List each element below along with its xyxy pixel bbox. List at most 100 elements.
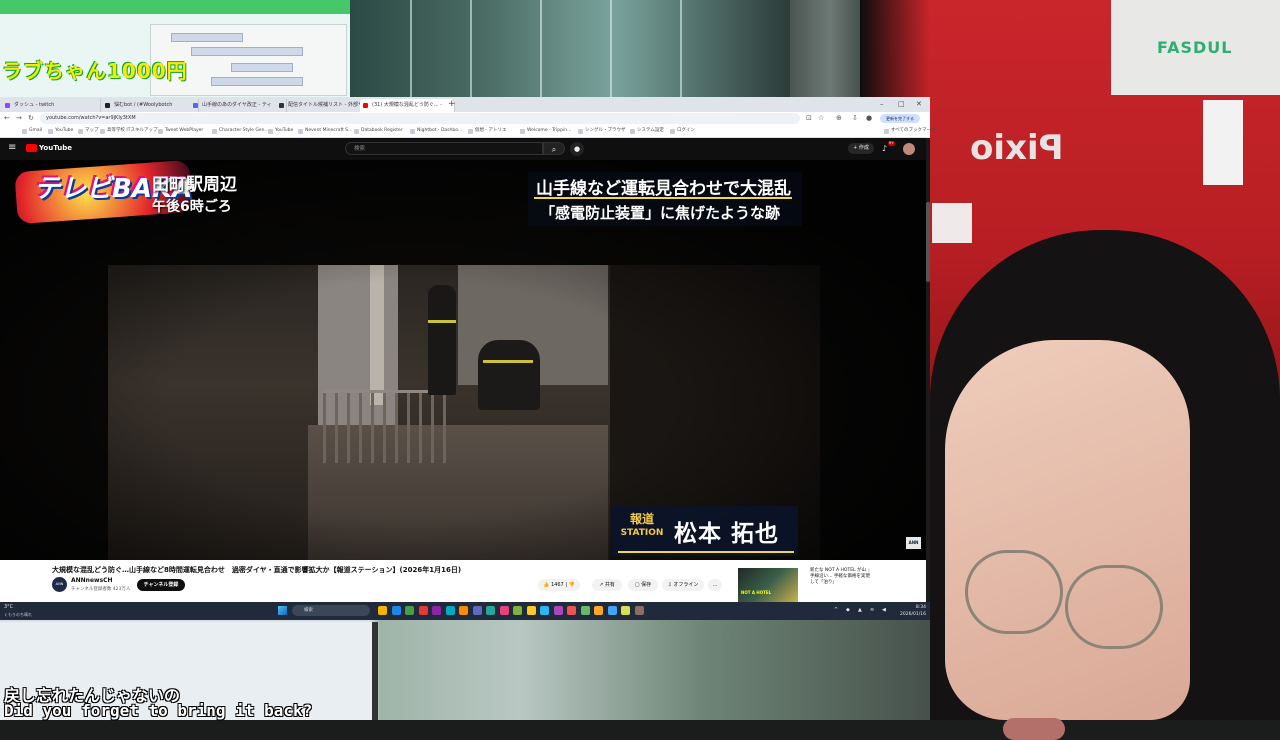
browser-tab[interactable]: 山手線のあのダイヤ改正 - ティ [190, 99, 287, 112]
taskbar-app-icon[interactable] [580, 606, 590, 615]
channel-avatar[interactable]: ANN [52, 577, 67, 592]
bookmark-item[interactable]: Nightbot - Dashbo... [410, 125, 462, 137]
taskbar-app-icon[interactable] [378, 606, 387, 615]
bookmark-item[interactable]: Gmail [22, 125, 42, 137]
extensions-icon[interactable]: ⊕ [836, 113, 842, 124]
taskbar-app-icon[interactable] [621, 606, 630, 615]
more-actions-button[interactable]: … [708, 579, 722, 591]
reporter-divider [618, 551, 794, 553]
taskbar-app-icon[interactable] [459, 606, 468, 615]
recommended-title[interactable]: 新たな NOT A HOTEL が山手線沿い… 手軽な価格を実現して「泊り」 [810, 568, 870, 586]
taskbar-app-icon[interactable] [634, 606, 644, 615]
taskbar-app-icon[interactable] [486, 606, 495, 615]
bell-icon[interactable]: ♪ [882, 143, 887, 154]
wifi-icon[interactable]: ≋ [870, 605, 874, 616]
bookmark-item[interactable]: YouTube [268, 125, 293, 137]
tray-chevron-icon[interactable]: ^ [834, 605, 838, 616]
channel-name[interactable]: ANNnewsCH [71, 577, 113, 584]
start-icon[interactable] [278, 606, 287, 615]
bookmark-item[interactable]: シングル・ブラウザ [578, 125, 626, 137]
taskbar-search[interactable]: 検索 [292, 605, 370, 616]
weather-widget[interactable]: 3°C くもりのち晴れ [4, 604, 32, 618]
install-icon[interactable]: ⊡ [806, 113, 812, 124]
browser-tab[interactable]: ダッシュ - twitch [2, 99, 101, 112]
reload-button[interactable]: ↻ [28, 113, 34, 124]
hamburger-icon[interactable]: ≡ [8, 143, 16, 153]
weather-temp: 3°C [4, 604, 14, 610]
background-monitor: ラブちゃん1000円 [0, 0, 350, 100]
taskbar-app-icon[interactable] [526, 606, 536, 615]
bookmark-item[interactable]: Welcome - Trippin... [520, 125, 571, 137]
subscribe-button[interactable]: チャンネル登録 [137, 579, 185, 591]
more-vert-icon[interactable]: ⋮ [866, 568, 872, 575]
recommended-thumbnail[interactable]: NOT A HOTEL [738, 568, 798, 602]
offline-label: オフライン [673, 582, 699, 588]
all-bookmarks[interactable]: すべてのブックマーク [884, 125, 936, 137]
bookmark-item[interactable]: Character Style Gen... [212, 125, 269, 137]
taskbar-app-icon[interactable] [405, 606, 414, 615]
taskbar-app-icon[interactable] [567, 606, 576, 615]
page-scrollbar[interactable] [926, 138, 930, 608]
search-icon[interactable]: ⌕ [543, 142, 565, 155]
user-avatar[interactable] [903, 143, 915, 155]
taskbar-app-icon[interactable] [391, 606, 401, 615]
youtube-logo[interactable]: YouTube [26, 144, 72, 153]
maximize-button[interactable]: □ [898, 97, 905, 112]
ann-watermark: ANN [906, 537, 921, 549]
taskbar-app-icon[interactable] [418, 606, 428, 615]
clock-time: 8:34 [915, 605, 926, 610]
video-player[interactable]: テレビBAKA 田町駅周辺 午後6時ごろ 山手線など運転見合わせで大混乱 「感電… [0, 160, 926, 560]
browser-tab[interactable]: 配信タイトル候補リスト - 外部サ [276, 99, 371, 112]
taskbar-app-icon[interactable] [445, 606, 455, 615]
browser-window: ダッシュ - twitch 悩むbot / (#Woolybotch 山手線のあ… [0, 97, 936, 620]
search-input[interactable]: 検索 [345, 142, 543, 155]
tray-app-icon[interactable]: ◆ [846, 605, 850, 616]
volume-icon[interactable]: ◀ [882, 605, 886, 616]
microphone-icon[interactable]: ● [570, 142, 584, 156]
tab-favicon-icon [105, 103, 110, 108]
taskbar-app-icon[interactable] [499, 606, 509, 615]
profile-icon[interactable]: ● [866, 113, 872, 124]
save-button[interactable]: ▢ 保存 [628, 579, 658, 591]
create-button[interactable]: + 作成 [848, 143, 874, 154]
bookmark-item[interactable]: YouTube [48, 125, 73, 137]
taskbar-app-icon[interactable] [607, 606, 617, 615]
browser-tab-active[interactable]: (31) 大規模な混乱どう防ぐ... - [360, 99, 455, 112]
taskbar-app-icon[interactable] [513, 606, 522, 615]
like-button[interactable]: 👍 1467 | 👎 [538, 579, 580, 591]
bookmark-item[interactable]: Tweet WebPlayer [158, 125, 203, 137]
scrollbar-thumb[interactable] [926, 202, 930, 282]
star-icon[interactable]: ☆ [818, 113, 824, 124]
browser-tab[interactable]: 悩むbot / (#Woolybotch [102, 99, 199, 112]
taskbar-app-icon[interactable] [594, 606, 603, 615]
taskbar-app-icon[interactable] [432, 606, 441, 615]
forward-button[interactable]: → [16, 113, 22, 124]
bookmark-item[interactable]: 高等学校 ITスキルアップ [100, 125, 158, 137]
close-button[interactable]: ✕ [916, 97, 922, 112]
bookmark-item[interactable]: マップ [78, 125, 99, 137]
download-icon[interactable]: ⇩ [852, 113, 858, 124]
taskbar-clock[interactable]: 8:34 2026/01/16 [900, 604, 926, 618]
taskbar-app-icon[interactable] [540, 606, 549, 615]
bookmark-item[interactable]: ログイン [670, 125, 695, 137]
tray-app-icon[interactable]: ▲ [858, 605, 862, 616]
glasses-lens [1065, 565, 1163, 649]
address-bar[interactable]: youtube.com/watch?v=ar9jKIy3tXM [40, 113, 800, 124]
finish-update-button[interactable]: 更新を完了する [880, 114, 920, 123]
taskbar-app-icon[interactable] [553, 606, 563, 615]
share-button[interactable]: ↗ 共有 [592, 579, 622, 591]
back-button[interactable]: ← [4, 113, 10, 124]
location-caption: 田町駅周辺 [152, 175, 237, 195]
offline-button[interactable]: ⇩ オフライン [662, 579, 704, 591]
bookmark-item[interactable]: Nevent Minecraft S... [298, 125, 352, 137]
taskbar-app-icon[interactable] [472, 606, 482, 615]
minimize-button[interactable]: – [880, 97, 884, 112]
background-plant [350, 0, 790, 100]
bookmark-item[interactable]: システム設定 [630, 125, 664, 137]
bookmark-item[interactable]: 仮想 - アトリエ [468, 125, 506, 137]
bookmark-item[interactable]: Databook Register [354, 125, 403, 137]
new-tab-button[interactable]: + [448, 97, 456, 112]
background-curtain [790, 0, 870, 100]
box-brand: Pixio [970, 128, 1064, 168]
tab-label: ダッシュ - twitch [14, 102, 55, 108]
